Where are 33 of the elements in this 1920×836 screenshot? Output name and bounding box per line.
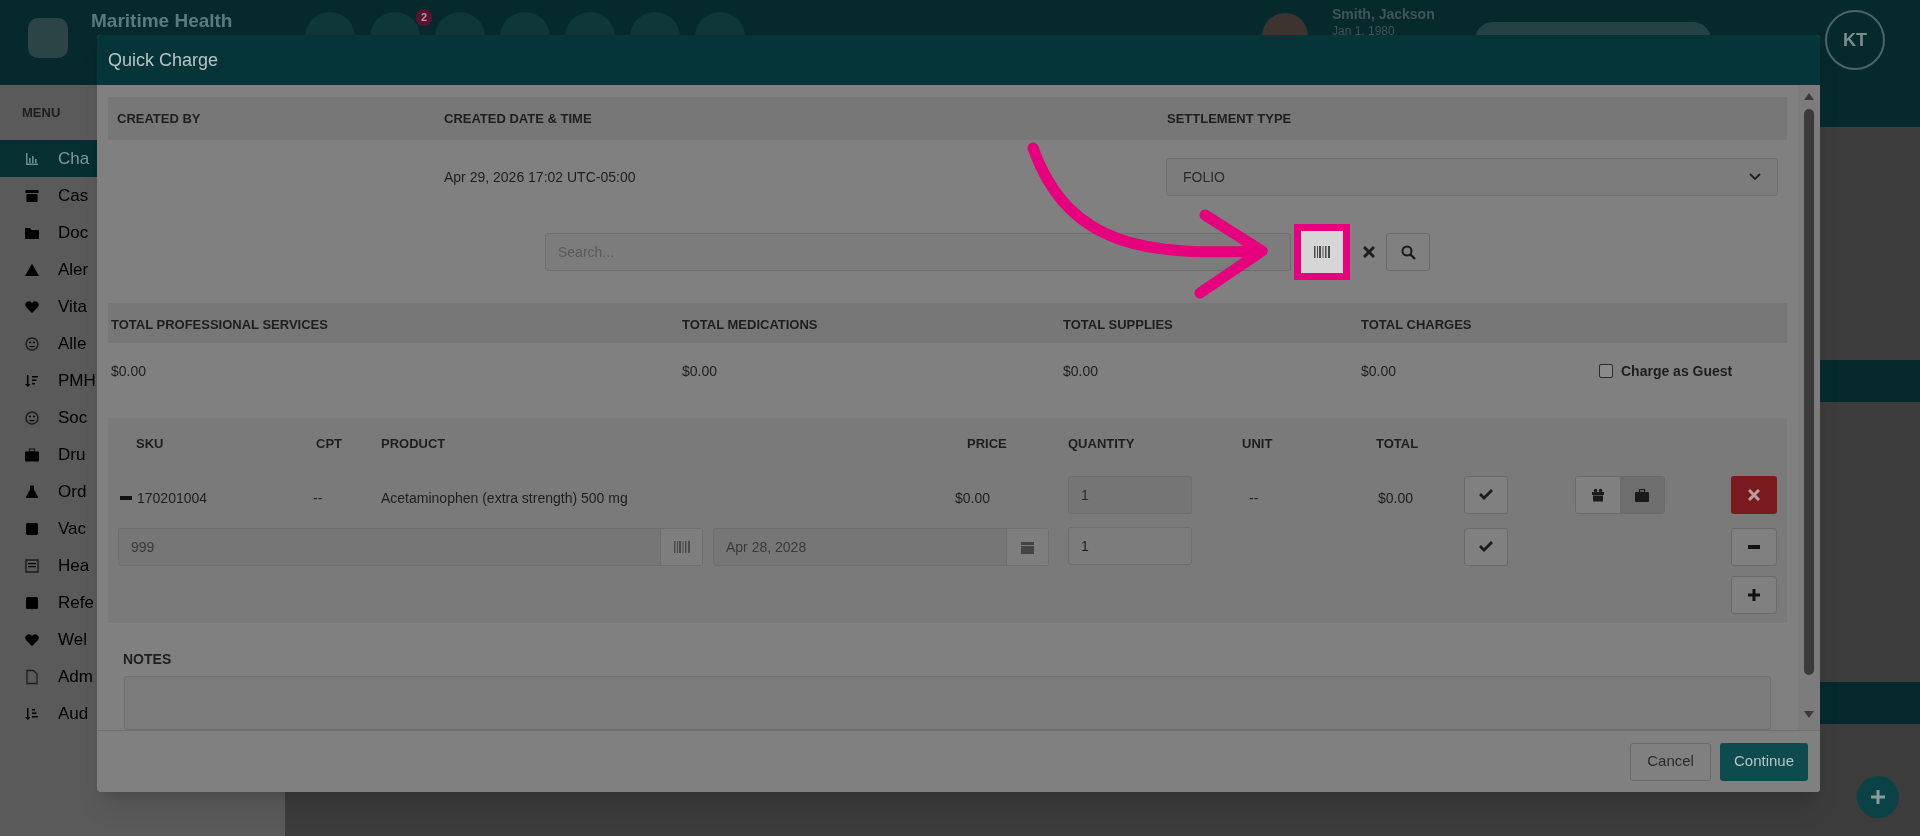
column-header: SETTLEMENT TYPE (1167, 109, 1292, 128)
created-datetime: Apr 29, 2026 17:02 UTC-05:00 (444, 168, 636, 187)
column-header: UNIT (1242, 435, 1273, 453)
column-header: CREATED BY (117, 109, 201, 128)
total-value: $0.00 (1063, 362, 1099, 381)
notification-badge: 2 (416, 9, 433, 26)
total-value: $0.00 (111, 362, 147, 381)
column-header: TOTAL CHARGES (1361, 316, 1472, 334)
column-header: PRODUCT (381, 435, 446, 453)
column-header: CPT (316, 435, 342, 453)
guest-label: Charge as Guest (1621, 362, 1733, 381)
unit-cell-text: -- (1249, 489, 1259, 508)
patient-name: Smith, Jackson (1332, 5, 1435, 24)
modal-title: Quick Charge (108, 48, 219, 72)
column-header: SKU (136, 435, 164, 453)
notes-label: NOTES (123, 650, 172, 669)
column-header: QUANTITY (1068, 435, 1135, 453)
column-header: PRICE (967, 435, 1007, 453)
cpt-cell-text: -- (313, 489, 323, 508)
column-header: TOTAL (1376, 435, 1419, 453)
price-cell-text: $0.00 (955, 489, 991, 508)
total-value: $0.00 (1361, 362, 1397, 381)
total-cell-text: $0.00 (1378, 489, 1414, 508)
patient-dob: Jan 1, 1980 (1332, 23, 1395, 40)
column-header: TOTAL SUPPLIES (1063, 316, 1173, 334)
column-header: CREATED DATE & TIME (444, 109, 592, 128)
sku-cell-text: 170201004 (137, 489, 208, 508)
total-value: $0.00 (682, 362, 718, 381)
menu-label: MENU (22, 103, 61, 122)
column-header: TOTAL MEDICATIONS (682, 316, 818, 334)
column-header: TOTAL PROFESSIONAL SERVICES (111, 316, 328, 334)
app-title: Maritime Health (91, 9, 233, 33)
product-cell-text: Acetaminophen (extra strength) 500 mg (381, 489, 628, 508)
